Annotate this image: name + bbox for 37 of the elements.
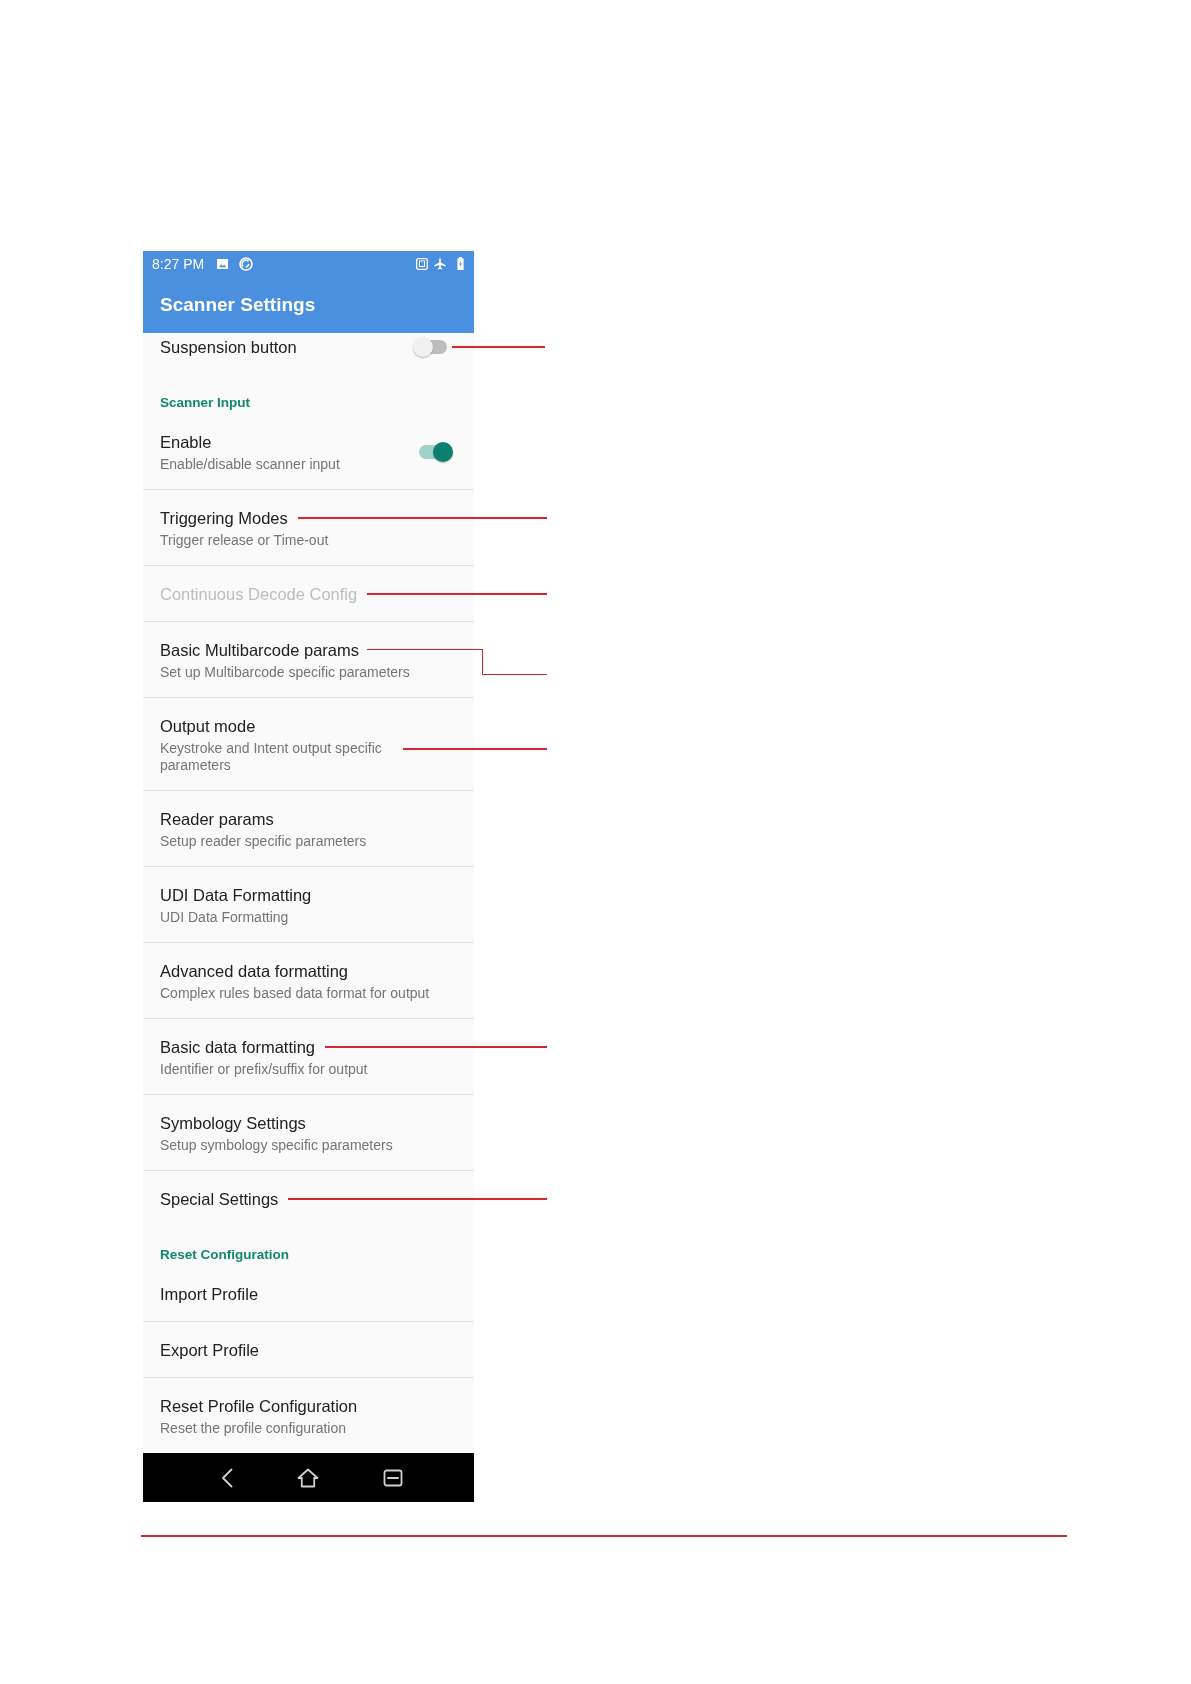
back-icon[interactable] [221, 1467, 233, 1488]
setting-summary: Trigger release or Time-out [160, 532, 329, 549]
section-heading: Scanner Input [160, 394, 250, 412]
status-time: 8:27 PM [152, 255, 205, 272]
airplane-icon [434, 257, 446, 270]
setting-title: Continuous Decode Config [160, 584, 358, 605]
setting-summary: Keystroke and Intent output specific parameters [160, 740, 383, 774]
section-heading: Reset Configuration [160, 1246, 289, 1264]
ring-icon [239, 256, 254, 271]
setting-title[interactable]: Reader params [160, 808, 274, 830]
setting-title[interactable]: Triggering Modes [160, 507, 288, 529]
setting-title[interactable]: Reset Profile Configuration [160, 1395, 358, 1417]
setting-title: Enable [160, 432, 212, 453]
setting-title[interactable]: Symbology Settings [160, 1112, 306, 1134]
battery-icon [457, 257, 464, 270]
setting-summary: Complex rules based data format for output [160, 985, 430, 1002]
setting-summary: Enable/disable scanner input [160, 456, 340, 473]
recents-icon[interactable] [383, 1468, 403, 1487]
screen-title: Scanner Settings [160, 292, 316, 317]
setting-summary: Setup symbology specific parameters [160, 1137, 393, 1154]
setting-title: Suspension button [160, 337, 297, 358]
setting-summary: Identifier or prefix/suffix for output [160, 1061, 368, 1078]
setting-title[interactable]: Special Settings [160, 1188, 279, 1210]
setting-summary: UDI Data Formatting [160, 909, 289, 926]
setting-title[interactable]: Basic data formatting [160, 1036, 315, 1058]
setting-title[interactable]: Output mode [160, 715, 256, 737]
setting-summary: Set up Multibarcode specific parameters [160, 664, 410, 681]
setting-title[interactable]: Import Profile [160, 1283, 259, 1305]
setting-title[interactable]: Export Profile [160, 1339, 260, 1361]
setting-title[interactable]: Advanced data formatting [160, 960, 349, 982]
setting-summary: Reset the profile configuration [160, 1420, 346, 1437]
setting-title[interactable]: Basic Multibarcode params [160, 639, 359, 661]
image-icon [217, 258, 229, 269]
framed-square-icon [416, 257, 428, 270]
setting-title[interactable]: UDI Data Formatting [160, 884, 312, 906]
home-icon[interactable] [297, 1467, 319, 1488]
setting-summary: Setup reader specific parameters [160, 833, 367, 850]
